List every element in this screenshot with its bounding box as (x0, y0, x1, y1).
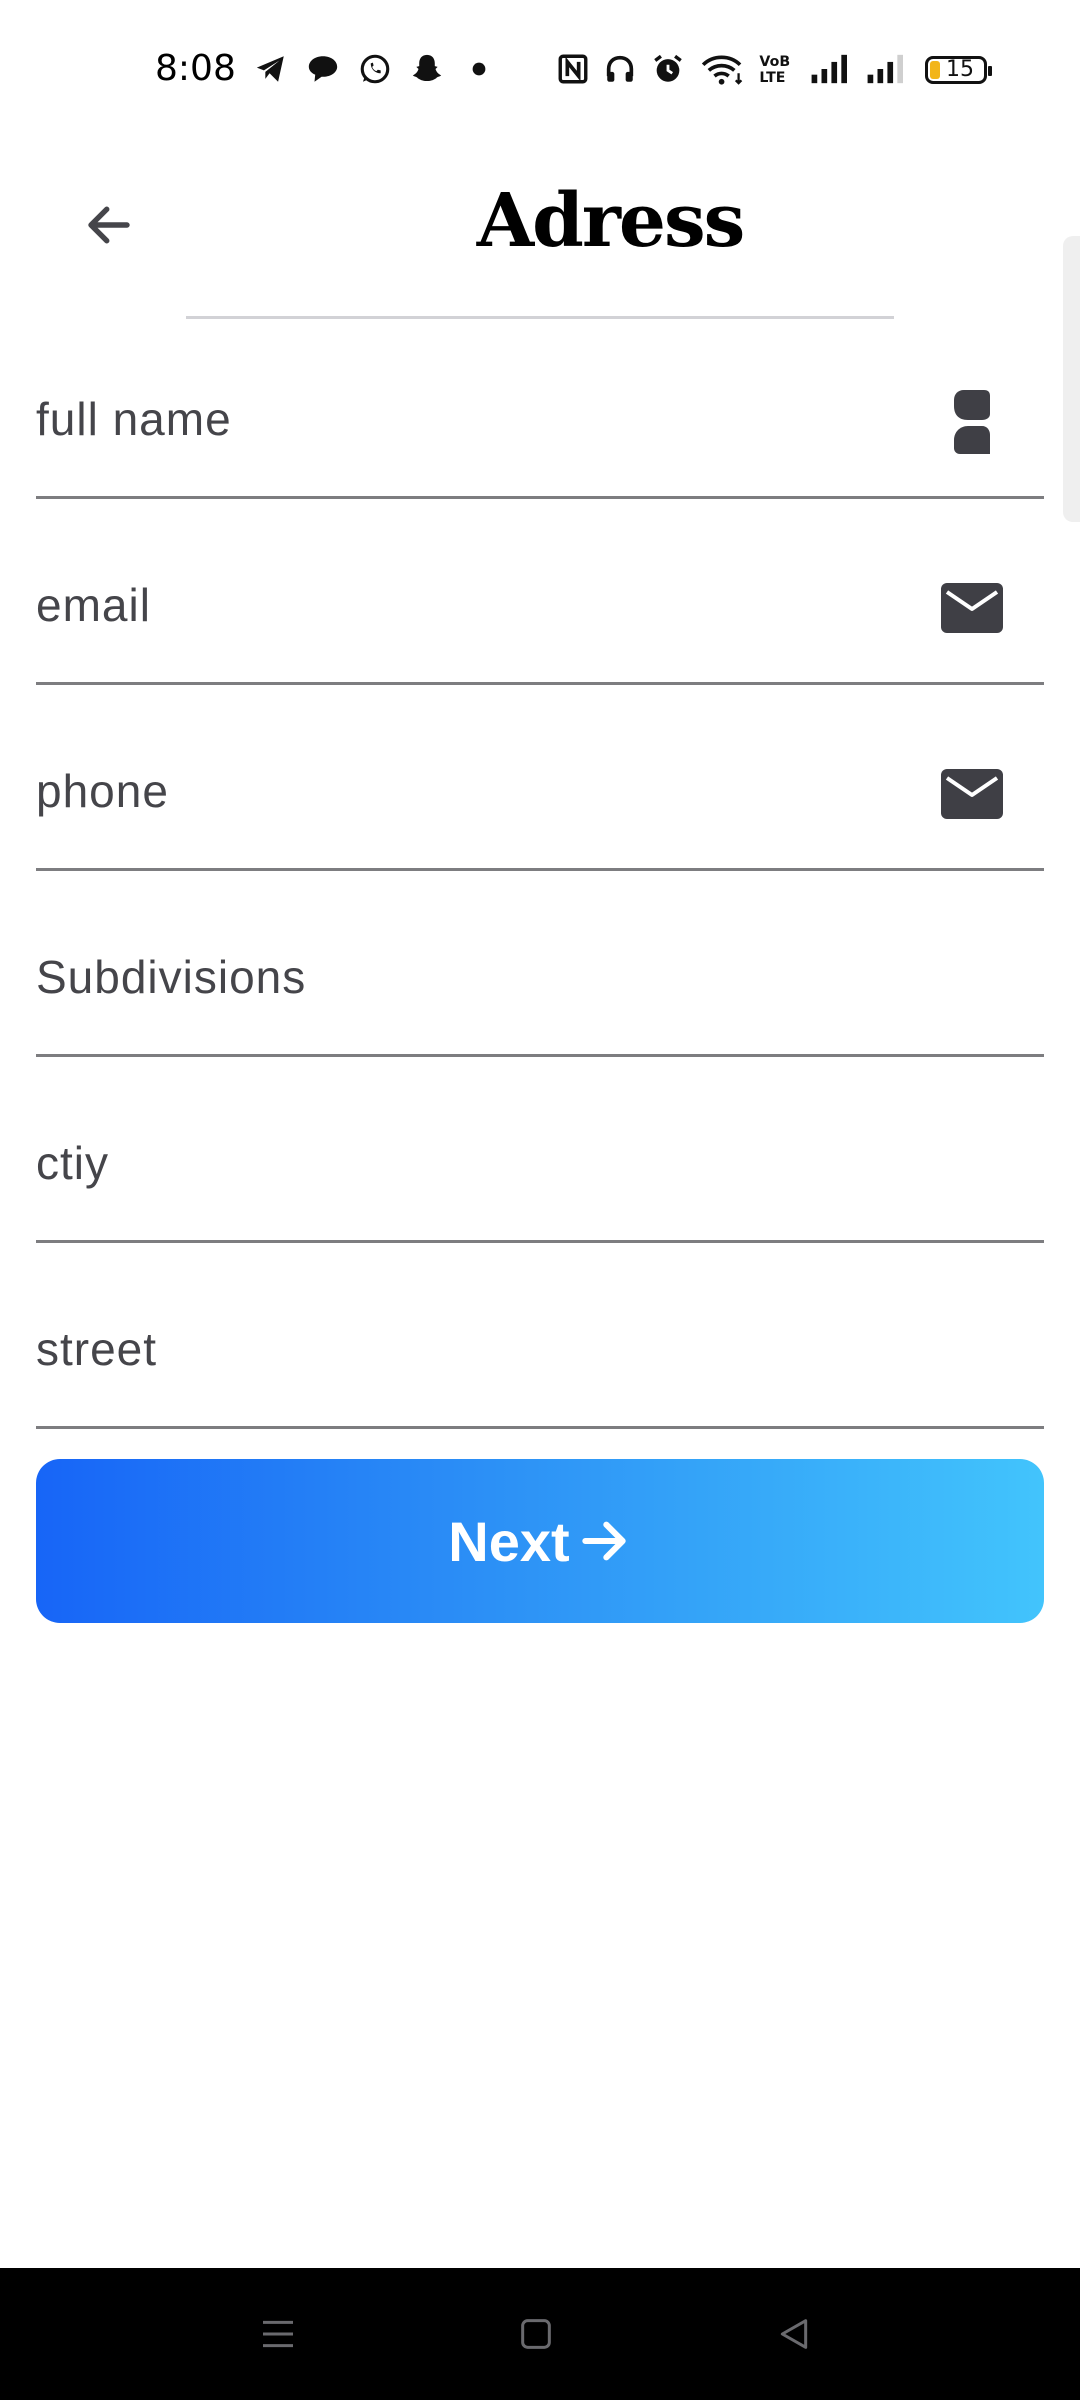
arrow-right-icon (581, 1521, 626, 1561)
wifi-icon (701, 55, 743, 85)
field-icon-wrap (940, 576, 1004, 640)
alarm-icon (654, 54, 682, 82)
field-icon-wrap (940, 762, 1004, 826)
email-field[interactable]: email (36, 499, 1044, 685)
volte-icon: VoB LTE (759, 54, 790, 86)
page-title: Adress (476, 178, 746, 264)
status-bar: 8:08 VoB LTE 15 (0, 0, 1080, 140)
field-icon-wrap (940, 390, 1004, 454)
person-icon (954, 390, 990, 454)
chat-bubble-icon (308, 56, 338, 82)
menu-icon (263, 2320, 293, 2348)
street-field[interactable]: street (36, 1243, 1044, 1429)
battery-indicator: 15 (925, 56, 992, 84)
scrollbar[interactable] (1063, 236, 1080, 522)
signal-icon (811, 54, 847, 84)
svg-text:VoB: VoB (759, 54, 790, 70)
full-name-field[interactable]: full name (36, 313, 1044, 499)
field-label: ctiy (36, 1137, 109, 1189)
field-label: email (36, 579, 151, 631)
field-label: street (36, 1323, 158, 1375)
home-icon (521, 2319, 551, 2349)
home-button[interactable] (506, 2304, 566, 2364)
phone-field[interactable]: phone (36, 685, 1044, 871)
snapchat-icon (412, 54, 442, 82)
back-triangle-icon (780, 2319, 808, 2349)
nfc-icon (558, 54, 588, 84)
navigation-bar (0, 2268, 1080, 2400)
dot-icon (472, 62, 486, 76)
field-label: full name (36, 393, 232, 445)
headphones-icon (606, 55, 634, 82)
next-button-label: Next (448, 1509, 570, 1573)
recent-apps-button[interactable] (248, 2304, 308, 2364)
back-nav-button[interactable] (764, 2304, 824, 2364)
mail-icon (941, 769, 1003, 819)
whatsapp-icon (360, 54, 390, 84)
battery-level: 15 (946, 57, 974, 82)
next-button[interactable]: Next (36, 1459, 1044, 1623)
mail-icon (941, 583, 1003, 633)
signal-icon (867, 54, 903, 84)
subdivisions-field[interactable]: Subdivisions (36, 871, 1044, 1057)
field-label: Subdivisions (36, 951, 307, 1003)
field-label: phone (36, 765, 169, 817)
city-field[interactable]: ctiy (36, 1057, 1044, 1243)
svg-text:LTE: LTE (759, 70, 785, 86)
status-time: 8:08 (155, 48, 236, 89)
telegram-icon (256, 56, 284, 82)
